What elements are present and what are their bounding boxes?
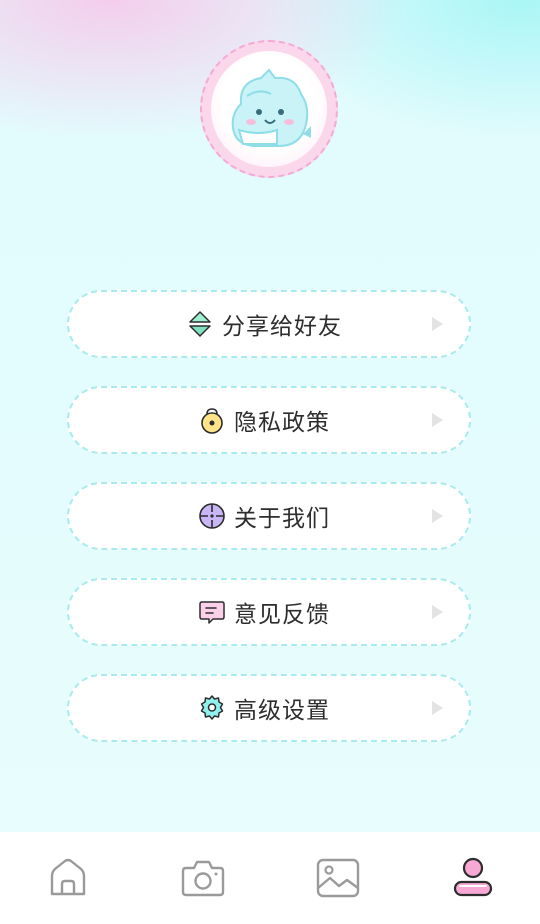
nav-home[interactable] [38,848,98,908]
chevron-right-icon [432,317,443,331]
mascot-character-icon [231,68,311,147]
message-icon [199,601,225,624]
nav-gallery[interactable] [308,848,368,908]
avatar-image [211,51,327,167]
menu-item-label: 分享给好友 [222,314,342,340]
compass-icon [199,503,225,529]
menu-item-share[interactable]: 分享给好友 [67,290,471,358]
share-icon [189,311,211,337]
menu-item-feedback[interactable]: 意见反馈 [67,578,471,646]
menu-item-settings[interactable]: 高级设置 [67,674,471,742]
menu-item-label: 意见反馈 [234,602,330,628]
nav-profile[interactable] [443,848,503,908]
chevron-right-icon [432,413,443,427]
gallery-icon [316,858,359,898]
chevron-right-icon [432,605,443,619]
menu-item-about[interactable]: 关于我们 [67,482,471,550]
home-icon [50,858,85,896]
camera-icon [181,860,224,897]
menu-item-label: 关于我们 [234,506,330,532]
chevron-right-icon [432,509,443,523]
nav-camera[interactable] [173,848,233,908]
bottom-nav [0,832,540,924]
chevron-right-icon [432,701,443,715]
menu-item-label: 高级设置 [234,698,330,724]
profile-icon [453,857,492,897]
profile-avatar[interactable] [200,40,338,178]
gear-icon [200,695,224,720]
lock-icon [201,408,223,434]
menu-item-label: 隐私政策 [234,410,330,436]
menu-item-privacy[interactable]: 隐私政策 [67,386,471,454]
